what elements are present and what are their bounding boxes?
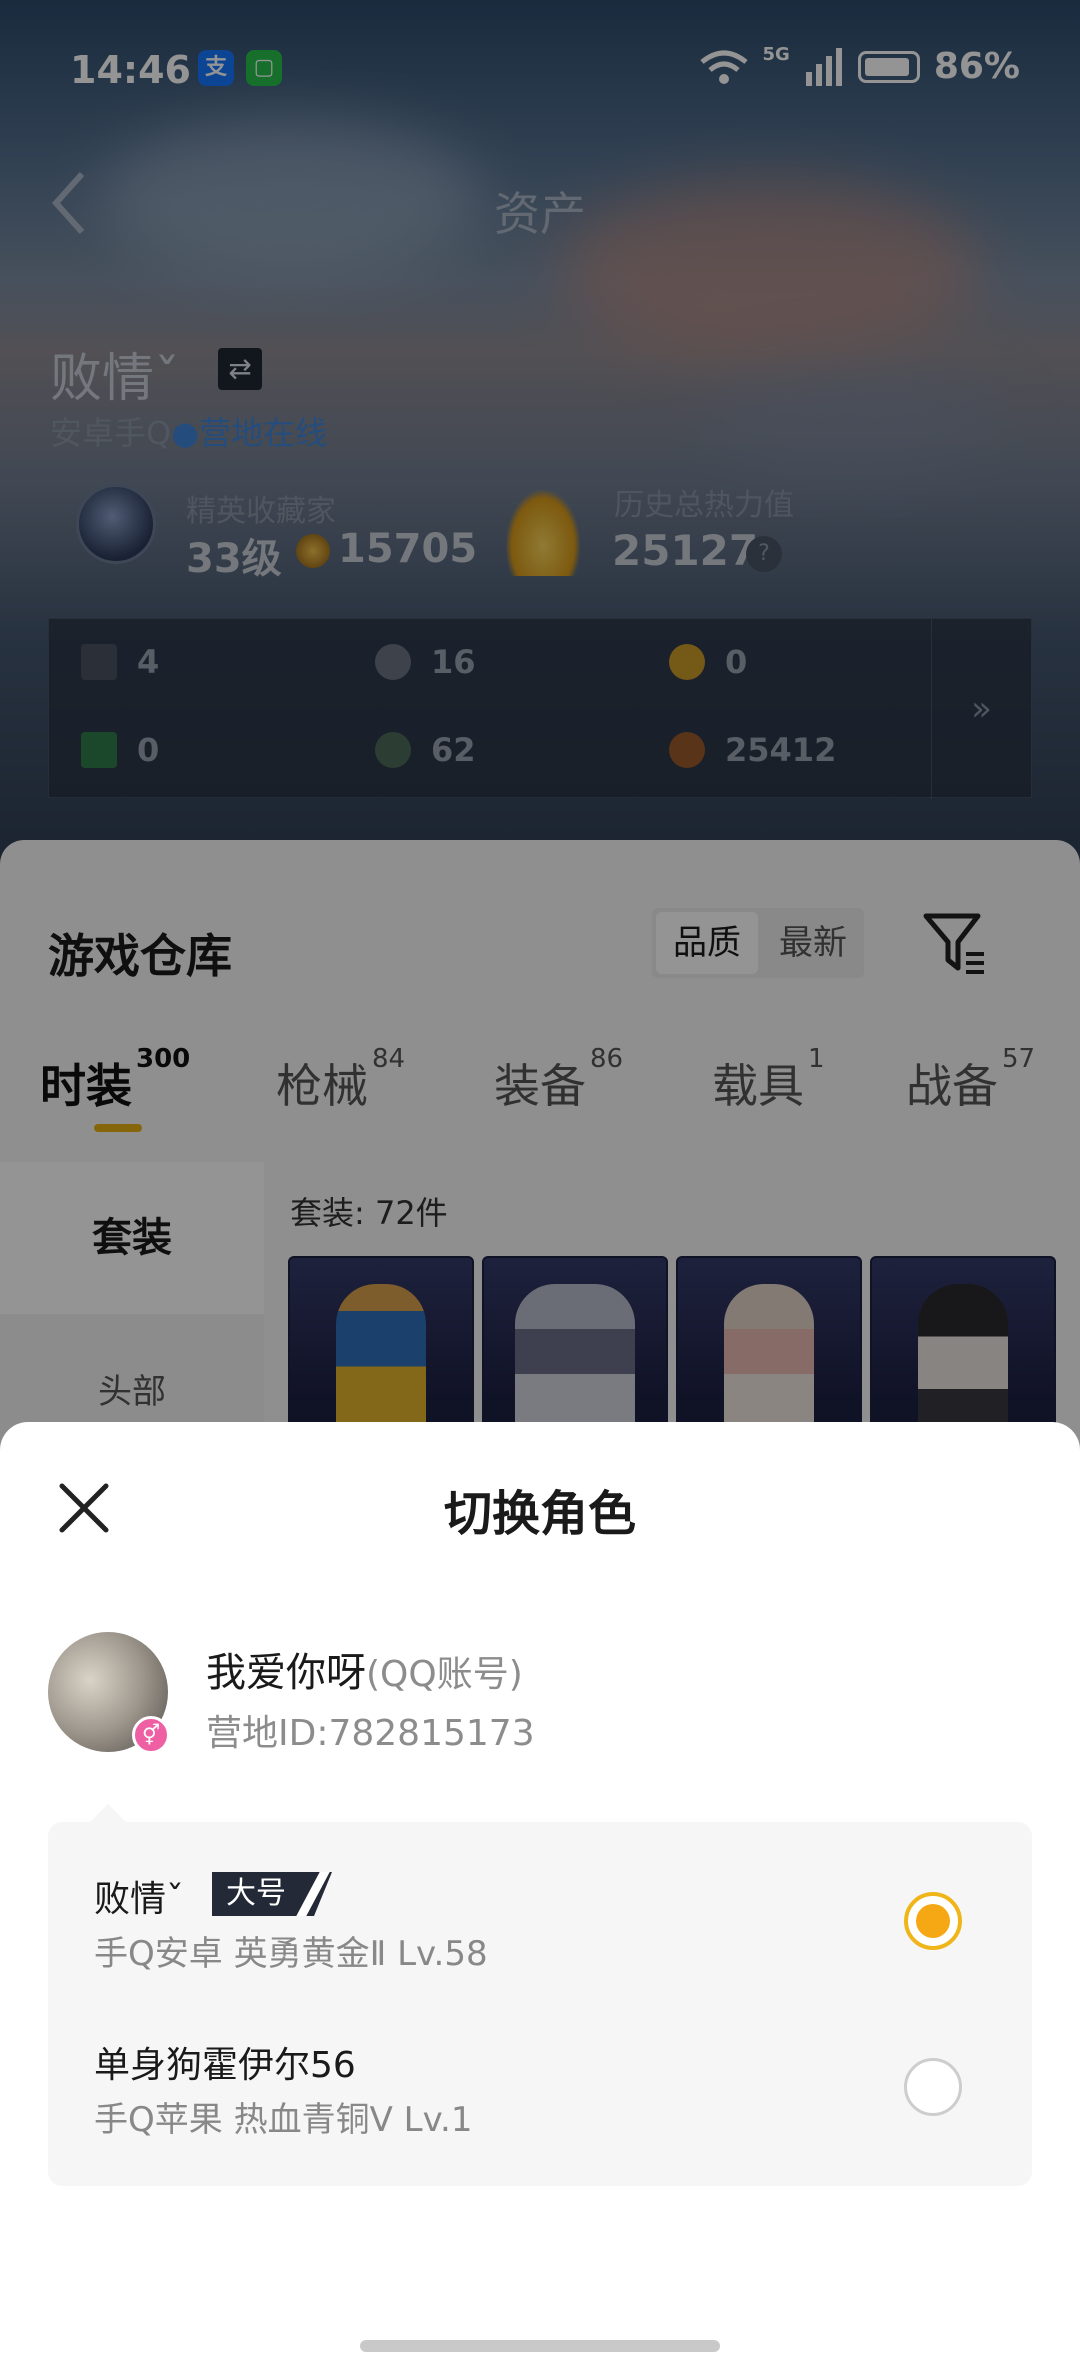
account-name: 我爱你呀(QQ账号) — [206, 1650, 523, 1696]
role-name: 单身狗霍伊尔56 — [94, 2045, 356, 2086]
female-gender-icon: ⚥ — [132, 1716, 170, 1754]
role-detail: 手Q安卓 英勇黄金Ⅱ Lv.58 — [94, 1934, 488, 1974]
main-account-badge: 大号 — [212, 1872, 332, 1916]
role-detail: 手Q苹果 热血青铜V Lv.1 — [94, 2100, 473, 2140]
role-radio-selected[interactable] — [904, 1892, 962, 1950]
role-name: 败情ˇ — [94, 1879, 185, 1920]
account-type: (QQ账号) — [366, 1654, 523, 1695]
home-indicator[interactable] — [360, 2340, 720, 2352]
account-id: 营地ID:782815173 — [206, 1713, 535, 1754]
sheet-title: 切换角色 — [443, 1486, 636, 1542]
role-radio[interactable] — [904, 2058, 962, 2116]
